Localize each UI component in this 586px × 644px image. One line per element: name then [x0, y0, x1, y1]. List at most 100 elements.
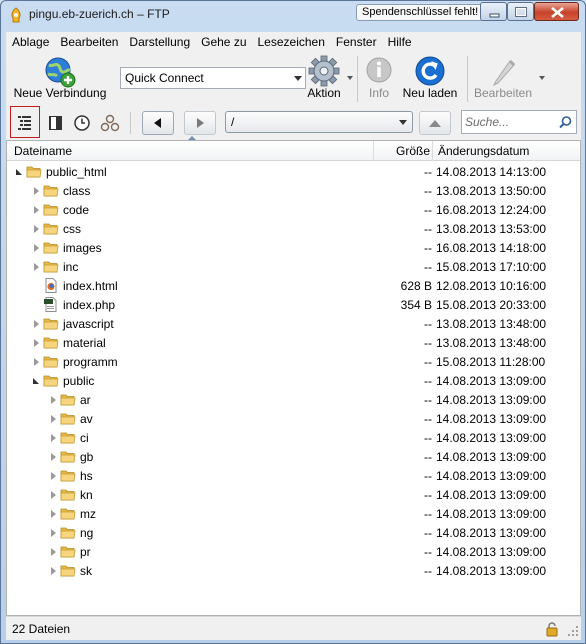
new-connection-button[interactable]: Neue Verbindung [10, 54, 110, 104]
file-row[interactable]: mz -- 14.08.2013 13:09:00 [7, 505, 580, 524]
expand-triangle-icon[interactable] [51, 548, 56, 556]
file-row[interactable]: index.php 354 B 15.08.2013 20:33:00 [7, 296, 580, 315]
file-row[interactable]: inc -- 15.08.2013 17:10:00 [7, 258, 580, 277]
menu-gehe-zu[interactable]: Gehe zu [196, 33, 251, 51]
window-title: pingu.eb-zuerich.ch – FTP [29, 7, 170, 21]
folder-icon [60, 506, 76, 521]
expand-triangle-icon[interactable] [51, 491, 56, 499]
collapse-triangle-icon[interactable] [33, 378, 39, 384]
file-row[interactable]: kn -- 14.08.2013 13:09:00 [7, 486, 580, 505]
file-row[interactable]: material -- 13.08.2013 13:48:00 [7, 334, 580, 353]
file-row[interactable]: class -- 13.08.2013 13:50:00 [7, 182, 580, 201]
menu-ablage[interactable]: Ablage [7, 33, 54, 51]
file-row[interactable]: code -- 16.08.2013 12:24:00 [7, 201, 580, 220]
collapse-triangle-icon[interactable] [16, 169, 22, 175]
menu-bearbeiten[interactable]: Bearbeiten [55, 33, 123, 51]
menu-lesezeichen[interactable]: Lesezeichen [253, 33, 330, 51]
reload-button[interactable]: Neu laden [399, 54, 461, 104]
column-divider[interactable] [432, 141, 433, 161]
search-field[interactable] [461, 110, 577, 134]
file-row[interactable]: public_html -- 14.08.2013 14:13:00 [7, 163, 580, 182]
action-button[interactable]: Aktion [304, 54, 344, 104]
column-size[interactable]: Größe [396, 144, 430, 158]
edit-button[interactable]: Bearbeiten [471, 54, 535, 104]
column-divider[interactable] [373, 141, 374, 161]
bonjour-button[interactable] [98, 111, 122, 135]
menu-darstellung[interactable]: Darstellung [124, 33, 195, 51]
file-row[interactable]: av -- 14.08.2013 13:09:00 [7, 410, 580, 429]
expand-triangle-icon[interactable] [51, 529, 56, 537]
expand-triangle-icon[interactable] [34, 320, 39, 328]
column-name[interactable]: Dateiname [14, 144, 72, 158]
file-row[interactable]: hs -- 14.08.2013 13:09:00 [7, 467, 580, 486]
path-dropdown[interactable]: / [225, 111, 413, 133]
expand-triangle-icon[interactable] [51, 510, 56, 518]
file-size: -- [424, 317, 432, 331]
file-name: images [63, 241, 102, 255]
expand-triangle-icon[interactable] [34, 225, 39, 233]
history-button[interactable] [70, 111, 94, 135]
expand-triangle-icon[interactable] [51, 453, 56, 461]
expand-triangle-icon[interactable] [34, 244, 39, 252]
expand-triangle-icon[interactable] [51, 434, 56, 442]
file-browser: Dateiname Größe Änderungsdatum public_ht… [6, 136, 581, 616]
menu-fenster[interactable]: Fenster [331, 33, 382, 51]
bookmarks-button[interactable] [44, 111, 68, 135]
file-row[interactable]: index.html 628 B 12.08.2013 10:16:00 [7, 277, 580, 296]
file-date: 14.08.2013 13:09:00 [436, 545, 547, 559]
maximize-button[interactable] [507, 2, 534, 21]
search-input[interactable] [465, 114, 555, 130]
folder-icon [43, 373, 59, 388]
expand-triangle-icon[interactable] [51, 567, 56, 575]
menu-hilfe[interactable]: Hilfe [383, 33, 417, 51]
edit-dropdown-icon[interactable] [539, 76, 545, 80]
donation-key-badge[interactable]: Spendenschlüssel fehlt! [356, 4, 485, 21]
file-size: -- [424, 184, 432, 198]
expand-triangle-icon[interactable] [51, 396, 56, 404]
info-button[interactable]: Info [361, 54, 397, 104]
file-row[interactable]: programm -- 15.08.2013 11:28:00 [7, 353, 580, 372]
file-row[interactable]: ci -- 14.08.2013 13:09:00 [7, 429, 580, 448]
title-bar: pingu.eb-zuerich.ch – FTP Spendenschlüss… [1, 1, 585, 29]
column-date[interactable]: Änderungsdatum [438, 144, 529, 158]
file-date: 16.08.2013 14:18:00 [436, 241, 547, 255]
arrow-left-icon [154, 118, 161, 128]
expand-triangle-icon[interactable] [34, 206, 39, 214]
parent-directory-button[interactable] [419, 111, 451, 135]
file-row[interactable]: gb -- 14.08.2013 13:09:00 [7, 448, 580, 467]
file-size: -- [424, 260, 432, 274]
file-row[interactable]: sk -- 14.08.2013 13:09:00 [7, 562, 580, 581]
maximize-icon [515, 7, 527, 17]
forward-button[interactable] [184, 111, 216, 135]
close-button[interactable] [534, 2, 579, 21]
search-icon[interactable] [558, 115, 573, 130]
menu-bar: Ablage Bearbeiten Darstellung Gehe zu Le… [6, 32, 581, 52]
expand-triangle-icon[interactable] [51, 472, 56, 480]
file-row[interactable]: pr -- 14.08.2013 13:09:00 [7, 543, 580, 562]
quick-connect-dropdown[interactable]: Quick Connect [120, 67, 306, 89]
file-name: hs [80, 469, 93, 483]
expand-triangle-icon[interactable] [34, 187, 39, 195]
file-row[interactable]: css -- 13.08.2013 13:53:00 [7, 220, 580, 239]
file-row[interactable]: ar -- 14.08.2013 13:09:00 [7, 391, 580, 410]
file-row[interactable]: javascript -- 13.08.2013 13:48:00 [7, 315, 580, 334]
toolbar-separator [467, 56, 468, 102]
back-button[interactable] [142, 111, 174, 135]
file-date: 14.08.2013 13:09:00 [436, 507, 547, 521]
file-row[interactable]: public -- 14.08.2013 13:09:00 [7, 372, 580, 391]
expand-triangle-icon[interactable] [51, 415, 56, 423]
resize-grip-icon[interactable] [567, 625, 579, 637]
action-dropdown-icon[interactable] [347, 76, 353, 80]
file-row[interactable]: ng -- 14.08.2013 13:09:00 [7, 524, 580, 543]
minimize-button[interactable] [480, 2, 507, 21]
file-name: index.php [63, 298, 116, 312]
file-size: -- [424, 355, 432, 369]
file-row[interactable]: images -- 16.08.2013 14:18:00 [7, 239, 580, 258]
file-name: code [63, 203, 90, 217]
browser-view-button[interactable] [10, 106, 40, 138]
expand-triangle-icon[interactable] [34, 358, 39, 366]
main-toolbar: Neue Verbindung Quick Connect Aktion Inf… [6, 52, 581, 106]
sort-indicator-icon [188, 136, 196, 140]
expand-triangle-icon[interactable] [34, 339, 39, 347]
expand-triangle-icon[interactable] [34, 263, 39, 271]
